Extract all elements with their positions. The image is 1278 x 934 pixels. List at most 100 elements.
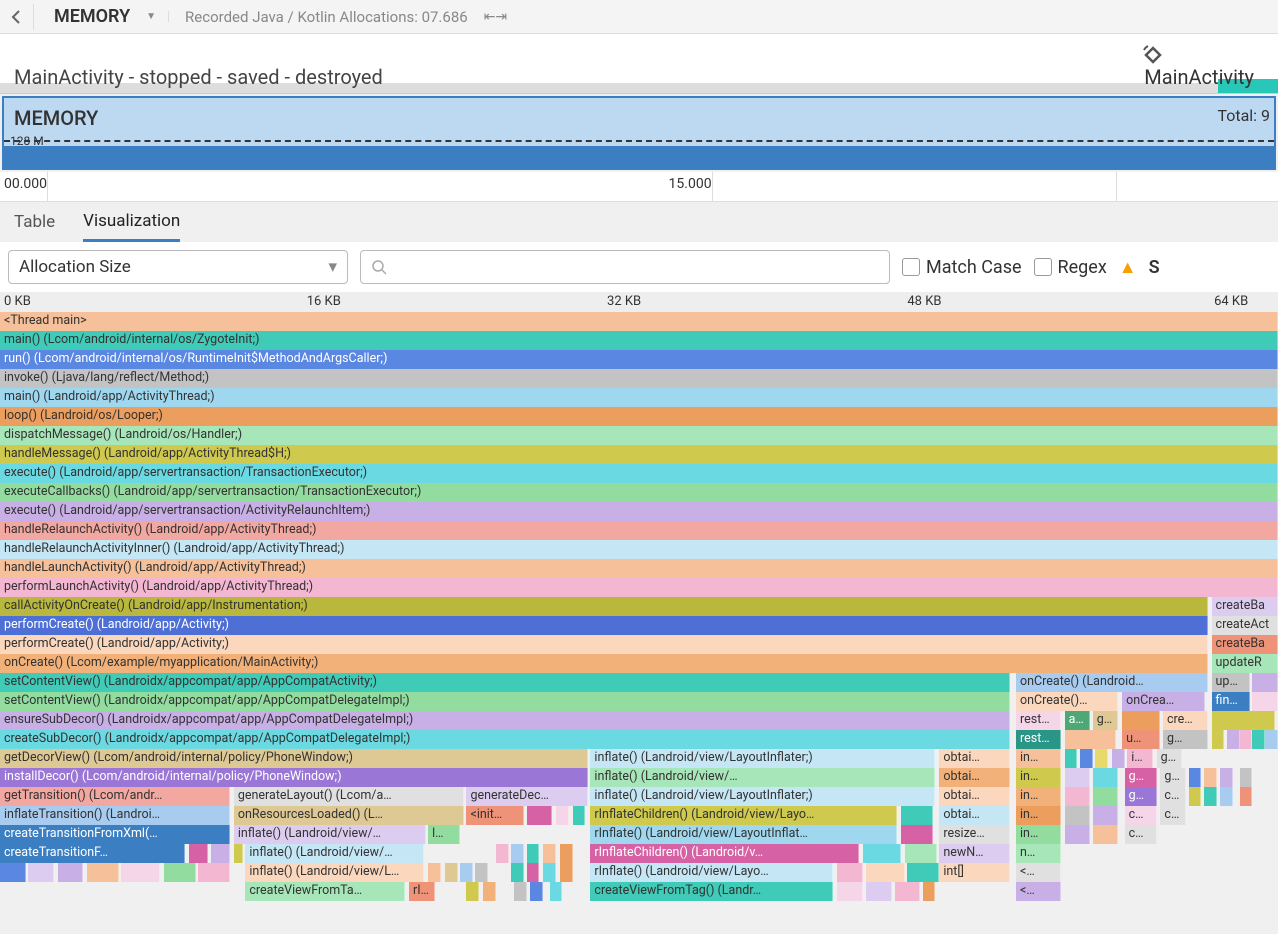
flame-cell[interactable] [428, 863, 441, 882]
flame-cell[interactable] [1112, 749, 1125, 768]
flame-cell[interactable]: newN… [939, 844, 1009, 863]
flame-cell[interactable] [1080, 749, 1093, 768]
flame-cell[interactable]: rest… [1016, 711, 1061, 730]
flame-cell[interactable] [1065, 806, 1091, 825]
flame-cell[interactable]: setContentView() (Landroidx/appcompat/ap… [0, 692, 1010, 711]
flame-cell[interactable]: a… [1065, 711, 1091, 730]
flame-cell[interactable] [1240, 730, 1253, 749]
flame-cell[interactable]: in… [1016, 768, 1061, 787]
flame-cell[interactable] [543, 863, 556, 882]
flame-cell[interactable] [907, 863, 939, 882]
flame-cell[interactable] [28, 863, 54, 882]
flame-cell[interactable] [466, 882, 479, 901]
flame-cell[interactable]: updateR [1212, 654, 1278, 673]
flame-cell[interactable]: onResourcesLoaded() (L… [234, 806, 464, 825]
flame-cell[interactable] [530, 882, 543, 901]
flame-cell[interactable]: inflate() (Landroid/view/… [590, 768, 935, 787]
flame-cell[interactable]: i… [1127, 749, 1153, 768]
flame-cell[interactable]: rest… [1016, 730, 1061, 749]
flame-cell[interactable] [1227, 730, 1240, 749]
flame-cell[interactable]: generateDec… [466, 787, 587, 806]
flame-cell[interactable]: performLaunchActivity() (Landroid/app/Ac… [0, 578, 1278, 597]
flame-cell[interactable]: <… [1016, 863, 1061, 882]
flame-cell[interactable] [460, 863, 473, 882]
flame-cell[interactable] [189, 844, 208, 863]
flame-cell[interactable] [164, 863, 196, 882]
flame-cell[interactable]: inflate() (Landroid/view/… [234, 825, 426, 844]
flame-cell[interactable] [560, 844, 573, 863]
flame-cell[interactable]: main() (Landroid/app/ActivityThread;) [0, 388, 1278, 407]
flame-cell[interactable]: loop() (Landroid/os/Looper;) [0, 407, 1278, 426]
flame-cell[interactable]: inflateTransition() (Landroi… [0, 806, 230, 825]
flame-cell[interactable]: int[] [939, 863, 1009, 882]
flame-cell[interactable]: run() (Lcom/android/internal/os/RuntimeI… [0, 350, 1278, 369]
flame-cell[interactable]: c… [1125, 825, 1157, 844]
flame-cell[interactable]: <… [1016, 882, 1061, 901]
flame-cell[interactable] [514, 882, 527, 901]
flame-cell[interactable] [483, 882, 496, 901]
flame-cell[interactable]: g… [1125, 768, 1157, 787]
flame-cell[interactable]: c… [1160, 787, 1186, 806]
flame-cell[interactable]: setContentView() (Landroidx/appcompat/ap… [0, 673, 1010, 692]
flame-cell[interactable] [1065, 825, 1091, 844]
flame-cell[interactable] [496, 844, 509, 863]
flame-cell[interactable]: execute() (Landroid/app/servertransactio… [0, 464, 1278, 483]
flame-cell[interactable]: main() (Lcom/android/internal/os/ZygoteI… [0, 331, 1278, 350]
flame-cell[interactable]: cre… [1163, 711, 1208, 730]
flame-cell[interactable] [837, 882, 863, 901]
flame-cell[interactable]: <Thread main> [0, 312, 1278, 331]
flame-cell[interactable]: onCrea… [1122, 692, 1205, 711]
flame-cell[interactable] [556, 806, 569, 825]
flame-cell[interactable]: in… [1016, 806, 1061, 825]
memory-chart[interactable]: MEMORY Total: 9 128 M [2, 96, 1276, 170]
profiler-dropdown[interactable]: ▼ [146, 11, 169, 22]
flame-cell[interactable] [1240, 768, 1253, 787]
timeline-ruler[interactable]: 00.000 15.000 [0, 172, 1278, 202]
flame-cell[interactable]: createAct [1212, 616, 1278, 635]
flame-cell[interactable]: generateLayout() (Lcom/a… [234, 787, 464, 806]
flame-cell[interactable]: updat… [1212, 673, 1250, 692]
flame-cell[interactable] [527, 863, 540, 882]
flame-cell[interactable] [1252, 673, 1278, 692]
flame-cell[interactable]: onCreate()… [1016, 692, 1118, 711]
flame-cell[interactable] [905, 844, 937, 863]
flame-cell[interactable] [1252, 730, 1265, 749]
flame-cell[interactable]: callActivityOnCreate() (Landroid/app/Ins… [0, 597, 1208, 616]
flame-cell[interactable]: createBa [1212, 635, 1278, 654]
flame-cell[interactable] [895, 882, 921, 901]
flame-cell[interactable]: n… [1016, 844, 1061, 863]
flame-cell[interactable] [1122, 711, 1160, 730]
flame-cell[interactable]: createSubDecor() (Landroidx/appcompat/ap… [0, 730, 1010, 749]
flame-cell[interactable] [234, 844, 243, 863]
flame-cell[interactable] [1065, 768, 1091, 787]
flame-cell[interactable]: createViewFromTa… [245, 882, 405, 901]
flame-cell[interactable] [445, 863, 458, 882]
expand-icon[interactable]: ⇤⇥ [484, 9, 507, 25]
flame-cell[interactable] [866, 882, 892, 901]
flame-cell[interactable] [923, 882, 936, 901]
flame-cell[interactable] [863, 844, 901, 863]
flame-cell[interactable] [1212, 730, 1225, 749]
flame-cell[interactable]: rInflateChildren() (Landroid/v… [590, 844, 858, 863]
flame-cell[interactable] [901, 806, 933, 825]
flame-cell[interactable] [1095, 749, 1108, 768]
flame-cell[interactable]: g… [1160, 768, 1186, 787]
flame-cell[interactable]: performCreate() (Landroid/app/Activity;) [0, 616, 1208, 635]
regex-toggle[interactable]: Regex [1034, 257, 1107, 278]
flame-cell[interactable]: onCreate() (Lcom/example/myapplication/M… [0, 654, 1208, 673]
flame-cell[interactable] [1065, 787, 1091, 806]
flame-cell[interactable] [560, 863, 573, 882]
flame-cell[interactable] [1204, 787, 1217, 806]
sort-select[interactable]: Allocation Size ▾ [8, 250, 348, 284]
flame-cell[interactable]: inflate() (Landroid/view/LayoutInflater;… [590, 787, 935, 806]
flame-cell[interactable]: ensureSubDecor() (Landroidx/appcompat/ap… [0, 711, 1010, 730]
flame-cell[interactable]: handleRelaunchActivityInner() (Landroid/… [0, 540, 1278, 559]
flame-cell[interactable]: getTransition() (Lcom/andr… [0, 787, 230, 806]
flame-cell[interactable] [87, 863, 119, 882]
flame-cell[interactable]: obtai… [939, 787, 1009, 806]
flame-cell[interactable] [1220, 787, 1233, 806]
flame-cell[interactable]: onCreate() (Landroid… [1016, 673, 1208, 692]
flame-cell[interactable]: performCreate() (Landroid/app/Activity;) [0, 635, 1208, 654]
flame-cell[interactable]: invoke() (Ljava/lang/reflect/Method;) [0, 369, 1278, 388]
flame-cell[interactable] [866, 863, 904, 882]
